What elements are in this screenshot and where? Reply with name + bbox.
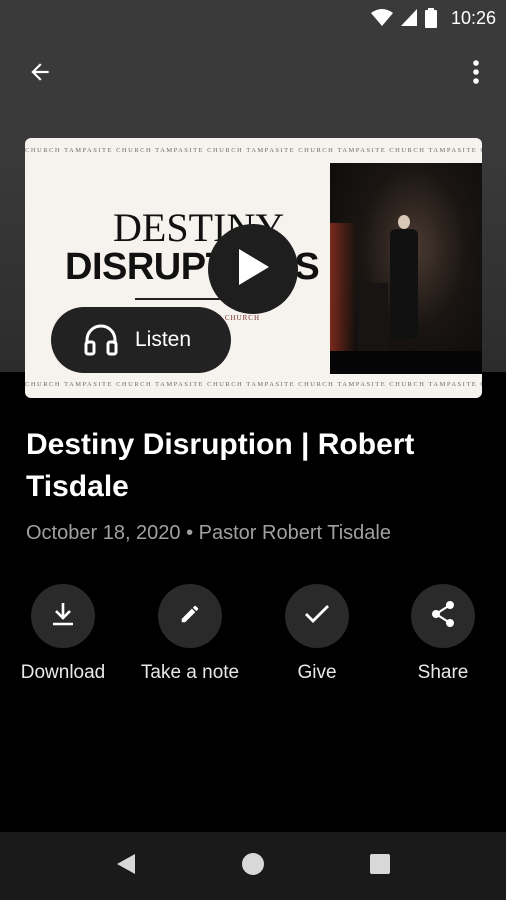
give-label: Give	[297, 662, 337, 683]
play-icon	[235, 247, 271, 292]
share-button[interactable]: Share	[380, 584, 506, 694]
take-note-circle	[158, 584, 222, 648]
photo-floor	[330, 351, 482, 374]
status-bar: 10:26	[0, 0, 506, 36]
listen-button[interactable]: Listen	[51, 307, 231, 373]
system-nav-bar	[0, 832, 506, 900]
signal-icon	[400, 9, 417, 27]
nav-back-button[interactable]	[106, 846, 146, 886]
share-circle	[411, 584, 475, 648]
status-time: 10:26	[450, 7, 496, 28]
listen-label: Listen	[135, 328, 192, 351]
share-icon	[430, 600, 456, 633]
pencil-icon	[179, 603, 201, 630]
download-icon	[51, 601, 75, 632]
app-bar	[0, 50, 506, 98]
nav-recents-icon	[369, 853, 391, 880]
battery-icon	[424, 8, 437, 28]
wifi-icon	[370, 9, 393, 27]
sermon-meta: October 18, 2020 • Pastor Robert Tisdale	[26, 522, 391, 544]
nav-home-button[interactable]	[233, 846, 273, 886]
sermon-title: Destiny Disruption | Robert Tisdale	[26, 428, 415, 503]
back-button[interactable]	[16, 54, 64, 94]
nav-recents-button[interactable]	[360, 846, 400, 886]
arrow-left-icon	[27, 59, 53, 90]
download-button[interactable]: Download	[0, 584, 126, 694]
action-row: Download Take a note Give Share	[0, 584, 506, 694]
take-note-label: Take a note	[140, 662, 240, 683]
more-vertical-icon	[472, 59, 480, 90]
play-button[interactable]	[208, 224, 298, 314]
headphones-icon	[83, 322, 119, 358]
artwork-strip-top: CHURCH TAMPASITE CHURCH TAMPASITE CHURCH…	[25, 147, 482, 154]
check-icon	[304, 604, 330, 629]
artwork-speaker-photo	[330, 163, 482, 374]
give-button[interactable]: Give	[254, 584, 380, 694]
share-label: Share	[417, 662, 469, 683]
photo-podium	[358, 283, 388, 353]
photo-speaker-body	[390, 229, 418, 339]
give-circle	[285, 584, 349, 648]
sermon-detail-screen: 10:26 CHURCH TAMPASITE CHURCH TAMPASITE …	[0, 0, 506, 900]
nav-back-icon	[115, 852, 137, 881]
take-note-button[interactable]: Take a note	[127, 584, 253, 694]
download-circle	[31, 584, 95, 648]
nav-home-icon	[241, 852, 265, 881]
download-label: Download	[20, 662, 106, 683]
artwork-strip-bottom: CHURCH TAMPASITE CHURCH TAMPASITE CHURCH…	[25, 381, 482, 388]
photo-speaker-head	[398, 215, 410, 229]
more-options-button[interactable]	[456, 54, 496, 94]
